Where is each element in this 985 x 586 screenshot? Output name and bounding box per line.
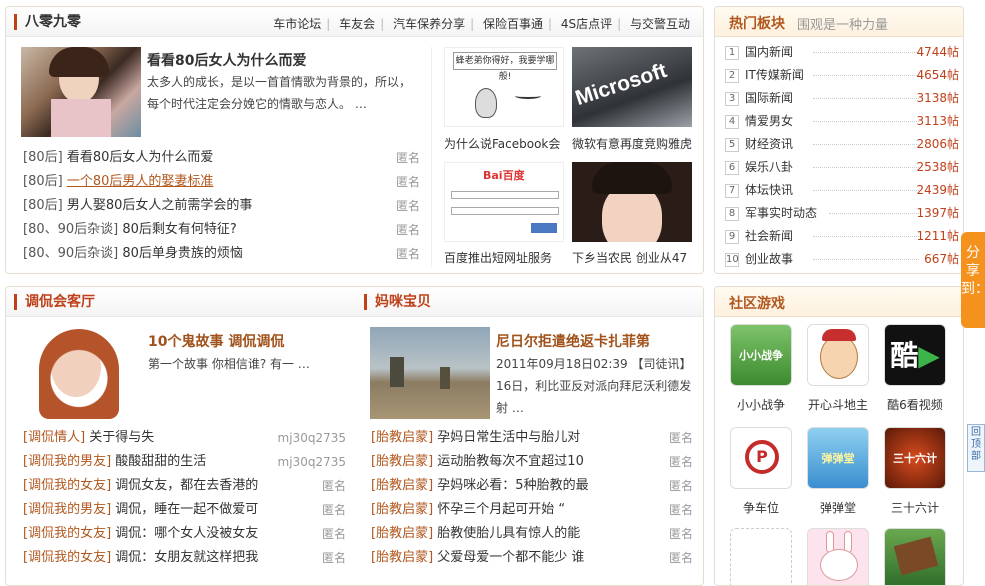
- thumb-caption[interactable]: 微软有意再度竞购雅虎: [572, 135, 692, 152]
- game-ku6[interactable]: 酷▶ 酷6看视频: [882, 324, 948, 413]
- game-placeholder[interactable]: [728, 528, 794, 585]
- hot-item[interactable]: 3 国际新闻 3138帖: [725, 87, 959, 110]
- list-item[interactable]: [胎教启蒙] 父爱母爱一个都不能少 谁匿名: [371, 547, 693, 569]
- hot-item[interactable]: 6 娱乐八卦 2538帖: [725, 156, 959, 179]
- list-item[interactable]: [80后] 一个80后男人的娶妻标准 匿名: [23, 171, 420, 193]
- game-icon[interactable]: 弹弹堂: [807, 427, 869, 489]
- mm-feature-title[interactable]: 尼日尔拒遣绝返卡扎菲第: [496, 331, 650, 351]
- rabbit-icon[interactable]: [807, 528, 869, 585]
- microsoft-sign: Microsoft: [572, 58, 670, 111]
- hot-title: 热门板块: [729, 16, 785, 32]
- mm-feature-photo[interactable]: [370, 327, 490, 419]
- game-dandantang[interactable]: 弹弹堂 弹弹堂: [805, 427, 871, 516]
- list-item[interactable]: [调侃我的女友] 调侃：哪个女人没被女友 匿名: [23, 523, 346, 545]
- tab-cheshi[interactable]: 车市论坛: [270, 17, 324, 31]
- thumb-woman-smile[interactable]: [572, 162, 692, 242]
- feature-desc: 太多人的成长，是以一首首情歌为背景的，所以，每个时代注定会分娩它的情歌与恋人。 …: [147, 75, 412, 111]
- hot-item[interactable]: 10 创业故事 667帖: [725, 248, 959, 271]
- bajiu-title: 八零九零: [14, 14, 81, 30]
- game-zhengchewei[interactable]: P 争车位: [728, 427, 794, 516]
- game-name[interactable]: 小小战争: [728, 396, 794, 413]
- hot-item[interactable]: 8 军事实时动态 1397帖: [725, 202, 959, 225]
- game-icon[interactable]: 三十六计: [884, 427, 946, 489]
- divider: [431, 47, 432, 267]
- hot-item[interactable]: 9 社会新闻 1211帖: [725, 225, 959, 248]
- mm-feature-desc: 16日，利比亚反对派向拜尼沃利德发射 …: [496, 379, 692, 415]
- bottom-panel: 调侃会客厅 妈咪宝贝 10个鬼故事 调侃调侃 第一个故事 你相信谁? 有一 … …: [5, 286, 704, 586]
- games-panel: 社区游戏 小小战争 小小战争 开心斗地主 酷▶ 酷6看视频 P 争车位 弹弹堂 …: [714, 286, 964, 586]
- list-item[interactable]: [胎教启蒙] 运动胎教每次不宜超过10 匿名: [371, 451, 693, 473]
- game-name[interactable]: 三十六计: [882, 499, 948, 516]
- bottom-header: 调侃会客厅 妈咪宝贝: [6, 287, 703, 317]
- tk-title: 调侃会客厅: [14, 294, 95, 310]
- back-to-top-button[interactable]: 回顶部: [967, 424, 985, 472]
- list-item[interactable]: [胎教启蒙] 怀孕三个月起可开始 “匿名: [371, 499, 693, 521]
- bajiu-header: 八零九零 车市论坛 | 车友会 | 汽车保养分享 | 保险百事通 | 4S店点评 | 与交…: [6, 7, 703, 37]
- list-item[interactable]: [80后] 男人娶80后女人之前需学会的事 匿名: [23, 195, 420, 217]
- tab-baoyang[interactable]: 汽车保养分享: [390, 17, 468, 31]
- game-name[interactable]: 开心斗地主: [805, 396, 871, 413]
- thumb-caption[interactable]: 百度推出短网址服务: [444, 249, 552, 266]
- hot-item[interactable]: 4 情爱男女 3113帖: [725, 110, 959, 133]
- list-item[interactable]: [胎教启蒙] 孕妈日常生活中与胎儿对 匿名: [371, 427, 693, 449]
- thumb-baidu[interactable]: Bai百度: [444, 162, 564, 242]
- game-icon[interactable]: [730, 528, 792, 585]
- game-name[interactable]: 酷6看视频: [882, 396, 948, 413]
- game-xiaoxiaozhanzheng[interactable]: 小小战争 小小战争: [728, 324, 794, 413]
- hot-item[interactable]: 7 体坛快讯 2439帖: [725, 179, 959, 202]
- tk-feature-desc: 第一个故事 你相信谁? 有一 …: [148, 357, 310, 371]
- hot-item[interactable]: 2 IT传媒新闻 4654帖: [725, 64, 959, 87]
- game-icon[interactable]: [807, 324, 869, 386]
- list-item[interactable]: [调侃我的女友] 调侃女友，都在去香港的 匿名: [23, 475, 346, 497]
- game-icon[interactable]: 酷▶: [884, 324, 946, 386]
- list-item[interactable]: [胎教启蒙] 孕妈咪必看：5种胎教的最 匿名: [371, 475, 693, 497]
- list-item[interactable]: [胎教启蒙] 胎教使胎儿具有惊人的能 匿名: [371, 523, 693, 545]
- list-item[interactable]: [80后] 看看80后女人为什么而爱 匿名: [23, 147, 420, 169]
- tab-jiaojing[interactable]: 与交警互动: [627, 17, 693, 31]
- feature-photo-woman[interactable]: [21, 47, 141, 137]
- list-item[interactable]: [调侃我的女友] 调侃：女朋友就这样把我 匿名: [23, 547, 346, 569]
- game-sanshiliuji[interactable]: 三十六计 三十六计: [882, 427, 948, 516]
- feature-title[interactable]: 看看80后女人为什么而爱: [147, 50, 306, 70]
- list-item[interactable]: [80、90后杂谈] 80后剩女有何特征? 匿名: [23, 219, 420, 241]
- tab-cheyouhui[interactable]: 车友会: [336, 17, 378, 31]
- game-rabbit[interactable]: [805, 528, 871, 585]
- bajiu-tabs: 车市论坛 | 车友会 | 汽车保养分享 | 保险百事通 | 4S店点评 | 与交警互动: [270, 15, 693, 32]
- game-name[interactable]: 争车位: [728, 499, 794, 516]
- hot-subtitle: 围观是一种力量: [797, 18, 889, 33]
- cartoon-speech: 蜂老弟你得好，我要学哪般!: [453, 52, 557, 82]
- tab-baoxian[interactable]: 保险百事通: [480, 17, 546, 31]
- hot-header: 热门板块 围观是一种力量: [715, 7, 963, 37]
- tab-4s[interactable]: 4S店点评: [558, 17, 615, 31]
- list-item[interactable]: [调侃情人] 关于得与失 mj30q2735: [23, 427, 346, 449]
- mm-feature-meta: 2011年09月18日02:39 【司徒讯】: [496, 357, 692, 371]
- hot-item[interactable]: 1 国内新闻 4744帖: [725, 41, 959, 64]
- mm-title: 妈咪宝贝: [364, 294, 431, 310]
- chocolate-icon[interactable]: [884, 528, 946, 585]
- list-item[interactable]: [调侃我的男友] 酸酸甜甜的生活 mj30q2735: [23, 451, 346, 473]
- thumb-caption[interactable]: 下乡当农民 创业从47: [572, 249, 687, 266]
- hot-panel: 热门板块 围观是一种力量 1 国内新闻 4744帖 2 IT传媒新闻 4654帖 3 国际…: [714, 6, 964, 274]
- game-icon[interactable]: P: [730, 427, 792, 489]
- games-title: 社区游戏: [729, 296, 785, 312]
- thumb-caption[interactable]: 为什么说Facebook会: [444, 135, 560, 152]
- bajiu-panel: 八零九零 车市论坛 | 车友会 | 汽车保养分享 | 保险百事通 | 4S店点评 | 与交…: [5, 6, 704, 274]
- baidu-logo: Bai百度: [483, 169, 525, 182]
- game-icon[interactable]: 小小战争: [730, 324, 792, 386]
- list-item[interactable]: [80、90后杂谈] 80后单身贵族的烦恼 匿名: [23, 243, 420, 265]
- parking-sign: P: [745, 440, 779, 474]
- game-name[interactable]: 弹弹堂: [805, 499, 871, 516]
- games-header: 社区游戏: [715, 287, 963, 317]
- hot-item[interactable]: 5 财经资讯 2806帖: [725, 133, 959, 156]
- thumb-facebook[interactable]: 蜂老弟你得好，我要学哪般!: [444, 47, 564, 127]
- game-doudizhu[interactable]: 开心斗地主: [805, 324, 871, 413]
- tk-feature-photo[interactable]: [21, 327, 141, 419]
- game-chocolate[interactable]: [882, 528, 948, 585]
- share-tab[interactable]: 分享到：: [961, 232, 985, 328]
- tk-feature-title[interactable]: 10个鬼故事 调侃调侃: [148, 331, 284, 351]
- thumb-microsoft[interactable]: Microsoft: [572, 47, 692, 127]
- list-item[interactable]: [调侃我的男友] 调侃，睡在一起不做爱可 匿名: [23, 499, 346, 521]
